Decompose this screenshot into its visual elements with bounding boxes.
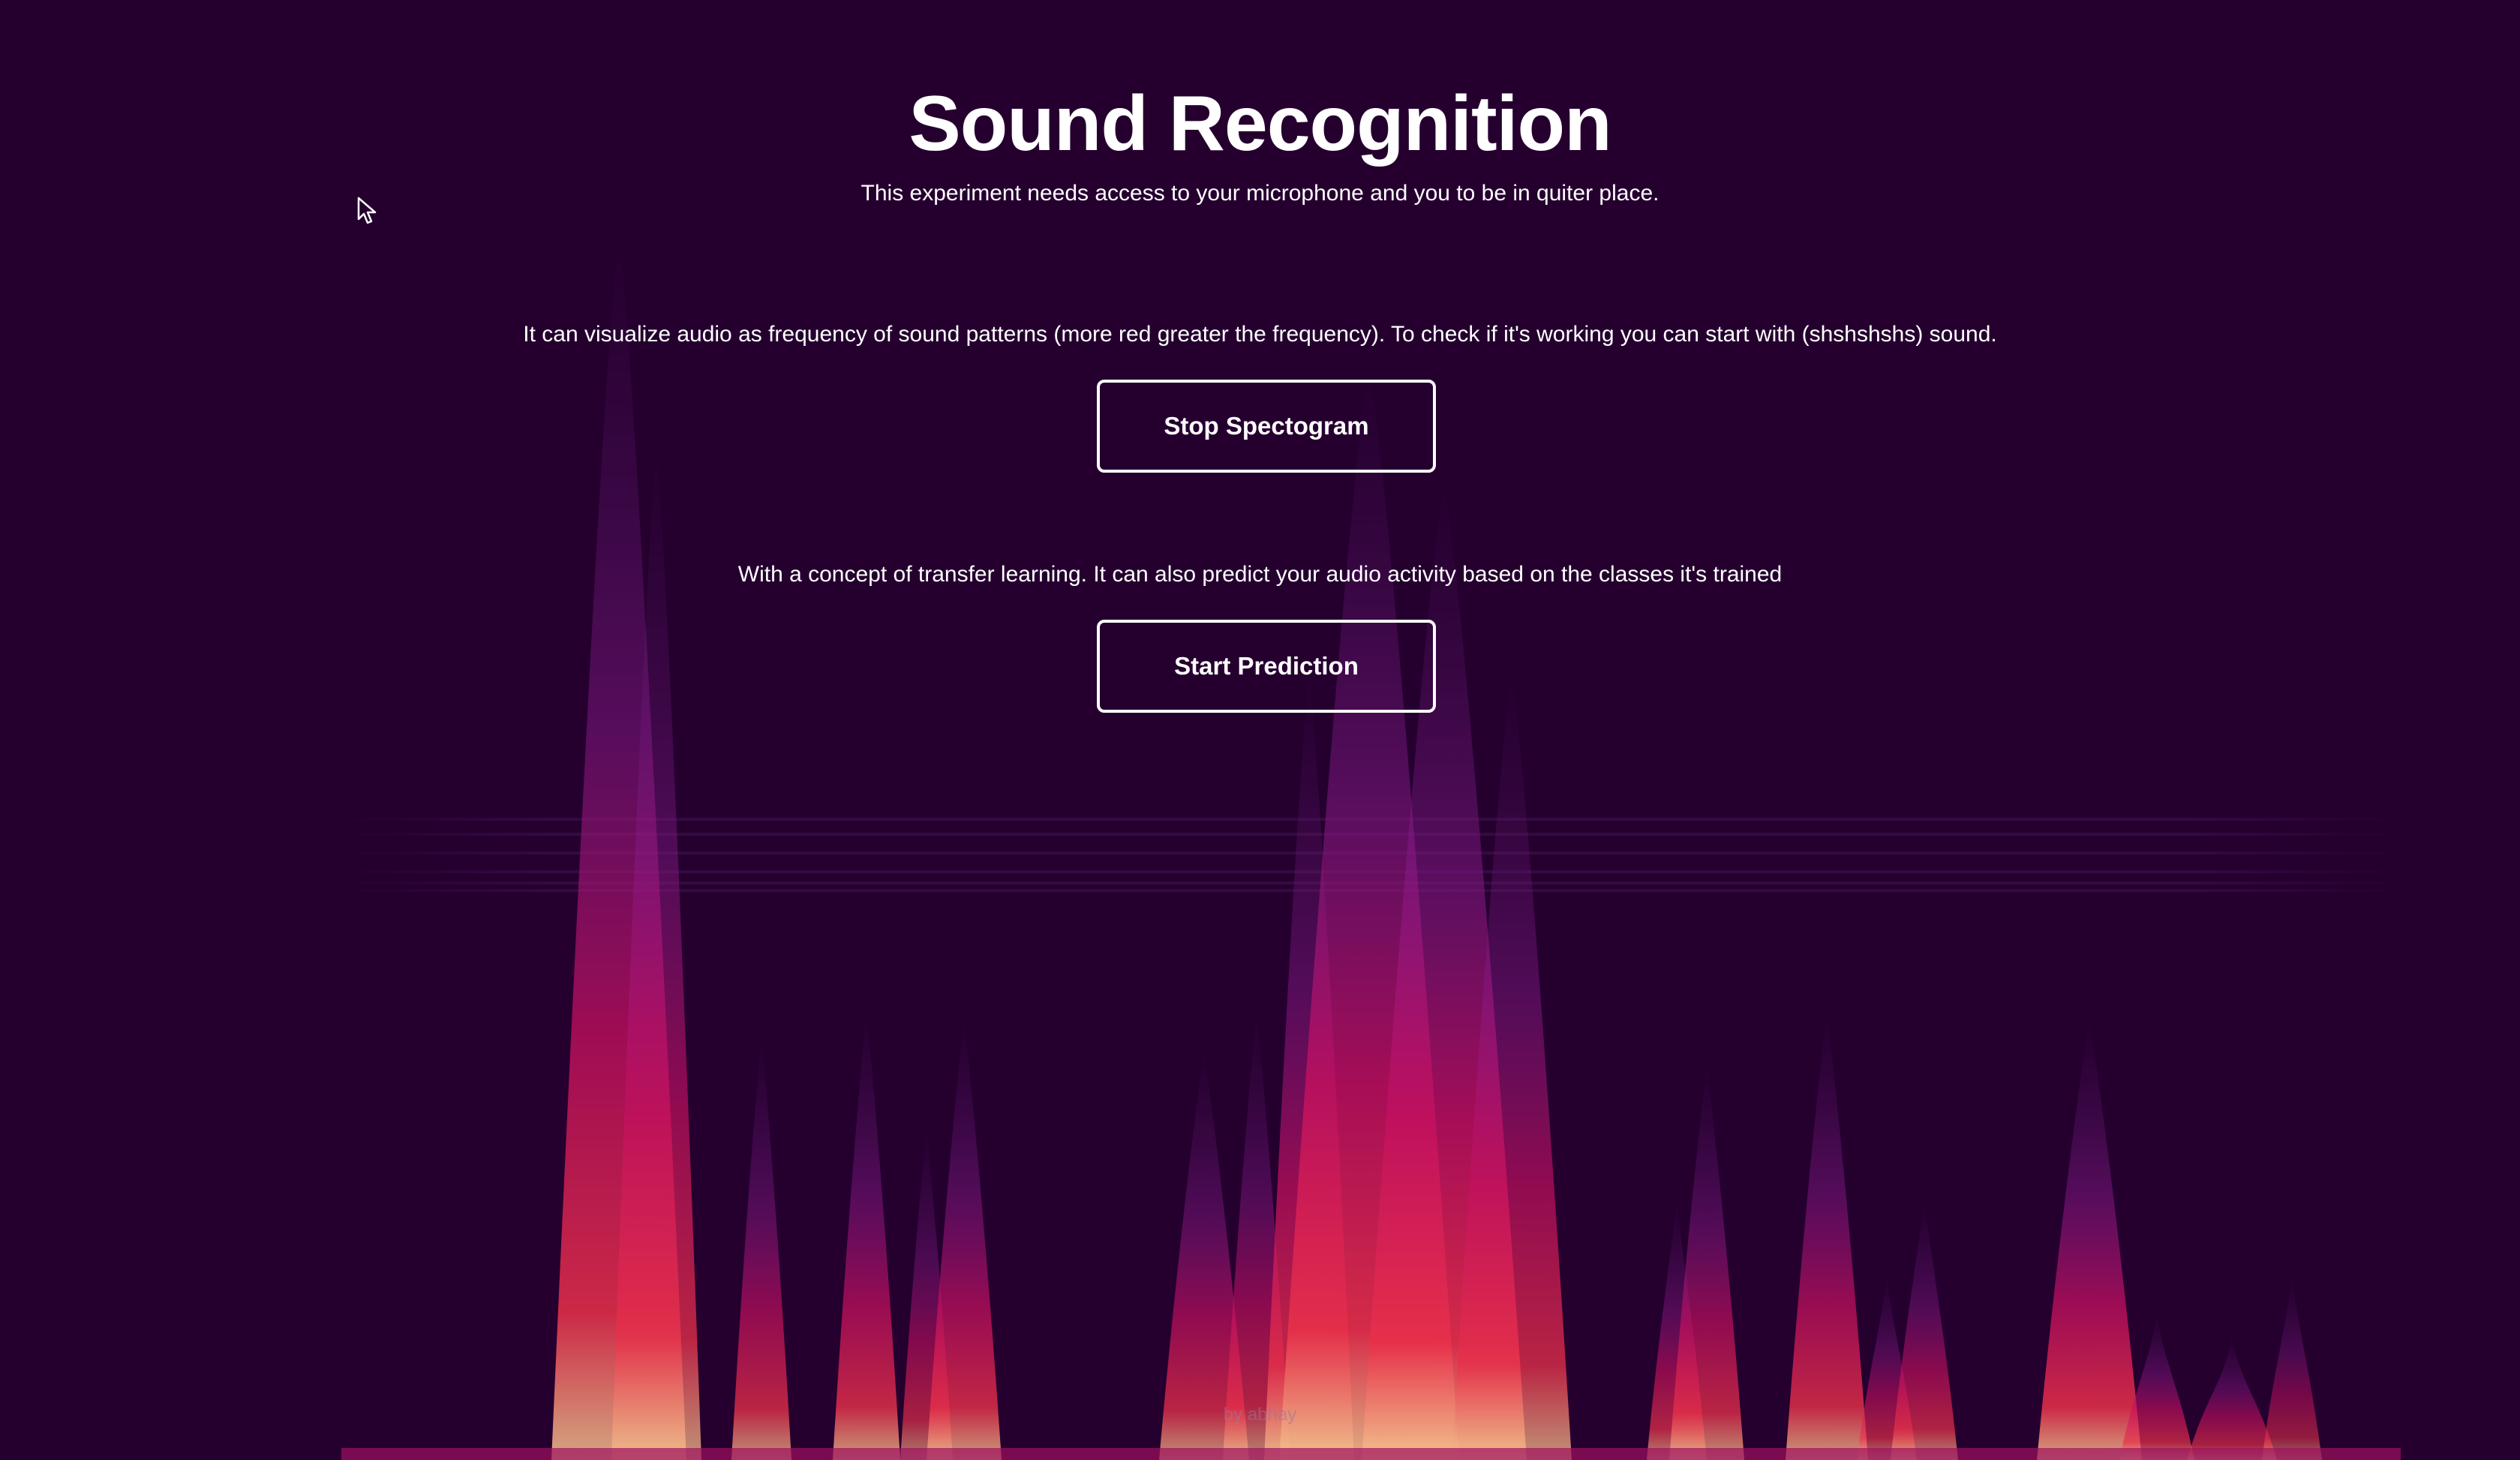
start-prediction-button[interactable]: Start Prediction (1097, 620, 1436, 713)
spectrogram-svg (341, 240, 2401, 1460)
spectrogram-peak (731, 1035, 791, 1460)
stop-spectrogram-button[interactable]: Stop Spectogram (1097, 380, 1436, 473)
spectrogram-peak (1786, 1013, 1868, 1460)
prediction-description: With a concept of transfer learning. It … (737, 562, 1783, 587)
spectrogram-peak (2262, 1275, 2322, 1460)
spectrogram-canvas (341, 0, 2401, 1460)
page: Sound Recognition This experiment needs … (0, 0, 2520, 1460)
footer-credit: by abhay (1223, 1404, 1297, 1425)
spectrogram-peak (833, 1013, 900, 1460)
mouse-cursor-icon (357, 197, 377, 224)
page-title: Sound Recognition (909, 80, 1611, 167)
spectrogram-peak (2037, 1020, 2142, 1460)
spectrogram-peak (2187, 1335, 2277, 1460)
spectrogram-peak (927, 1020, 1002, 1460)
spectrogram-description: It can visualize audio as frequency of s… (523, 322, 1997, 347)
